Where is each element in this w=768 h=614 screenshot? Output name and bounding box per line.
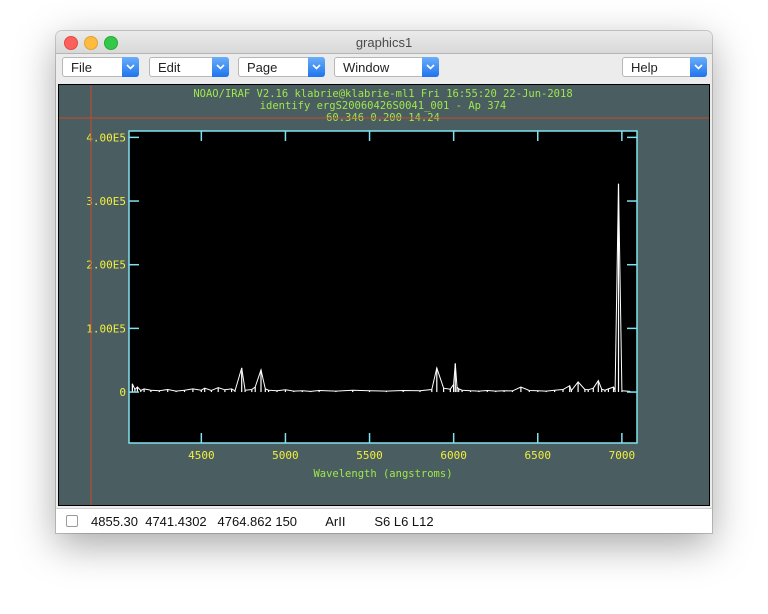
page-menu[interactable]: Page xyxy=(238,57,325,77)
chevron-down-icon xyxy=(212,57,229,77)
edit-menu[interactable]: Edit xyxy=(149,57,229,77)
y-tick-label: 3.00E5 xyxy=(86,195,126,208)
title-bar[interactable]: graphics1 xyxy=(56,31,712,54)
y-tick-label: 0 xyxy=(119,386,126,399)
plot-area xyxy=(129,131,637,443)
status-checkbox[interactable] xyxy=(66,515,78,527)
status-readout: 4855.30 4741.4302 4764.862 150 ArII S6 L… xyxy=(91,514,434,529)
window-menu-label: Window xyxy=(343,60,390,75)
x-tick-label: 5000 xyxy=(272,449,299,462)
chevron-down-icon xyxy=(122,57,139,77)
window-title: graphics1 xyxy=(355,35,413,50)
graphics-window: graphics1 File Edit Page Window Help 450… xyxy=(56,31,712,533)
x-tick-label: 6500 xyxy=(525,449,552,462)
y-tick-label: 4.00E5 xyxy=(86,131,126,144)
graphics-canvas[interactable]: 4500 5000 5500 6000 6500 7000 0 1.00E5 2.00E5 3.0… xyxy=(58,84,710,506)
x-tick-label: 4500 xyxy=(188,449,215,462)
x-tick-label: 5500 xyxy=(356,449,383,462)
x-tick-label: 7000 xyxy=(609,449,636,462)
help-menu[interactable]: Help xyxy=(622,57,707,77)
x-tick-label: 6000 xyxy=(440,449,467,462)
chevron-down-icon xyxy=(422,57,439,77)
edit-menu-label: Edit xyxy=(158,60,181,75)
chevron-down-icon xyxy=(308,57,325,77)
file-menu[interactable]: File xyxy=(62,57,139,77)
file-menu-label: File xyxy=(71,60,92,75)
menu-bar: File Edit Page Window Help xyxy=(56,54,712,84)
page-menu-label: Page xyxy=(247,60,278,75)
header-line-1: NOAO/IRAF V2.16 klabrie@klabrie-ml1 Fri … xyxy=(193,88,572,100)
spectrum-plot[interactable]: 4500 5000 5500 6000 6500 7000 0 1.00E5 2.00E5 3.0… xyxy=(59,85,709,505)
y-tick-label: 2.00E5 xyxy=(86,259,126,272)
y-tick-label: 1.00E5 xyxy=(86,322,126,335)
status-bar: 4855.30 4741.4302 4764.862 150 ArII S6 L… xyxy=(56,508,712,533)
x-axis-label: Wavelength (angstroms) xyxy=(313,468,452,480)
help-menu-label: Help xyxy=(631,60,658,75)
chevron-down-icon xyxy=(690,57,707,77)
header-line-2: identify ergS20060426S0041_001 - Ap 374 xyxy=(260,100,507,112)
window-menu[interactable]: Window xyxy=(334,57,439,77)
